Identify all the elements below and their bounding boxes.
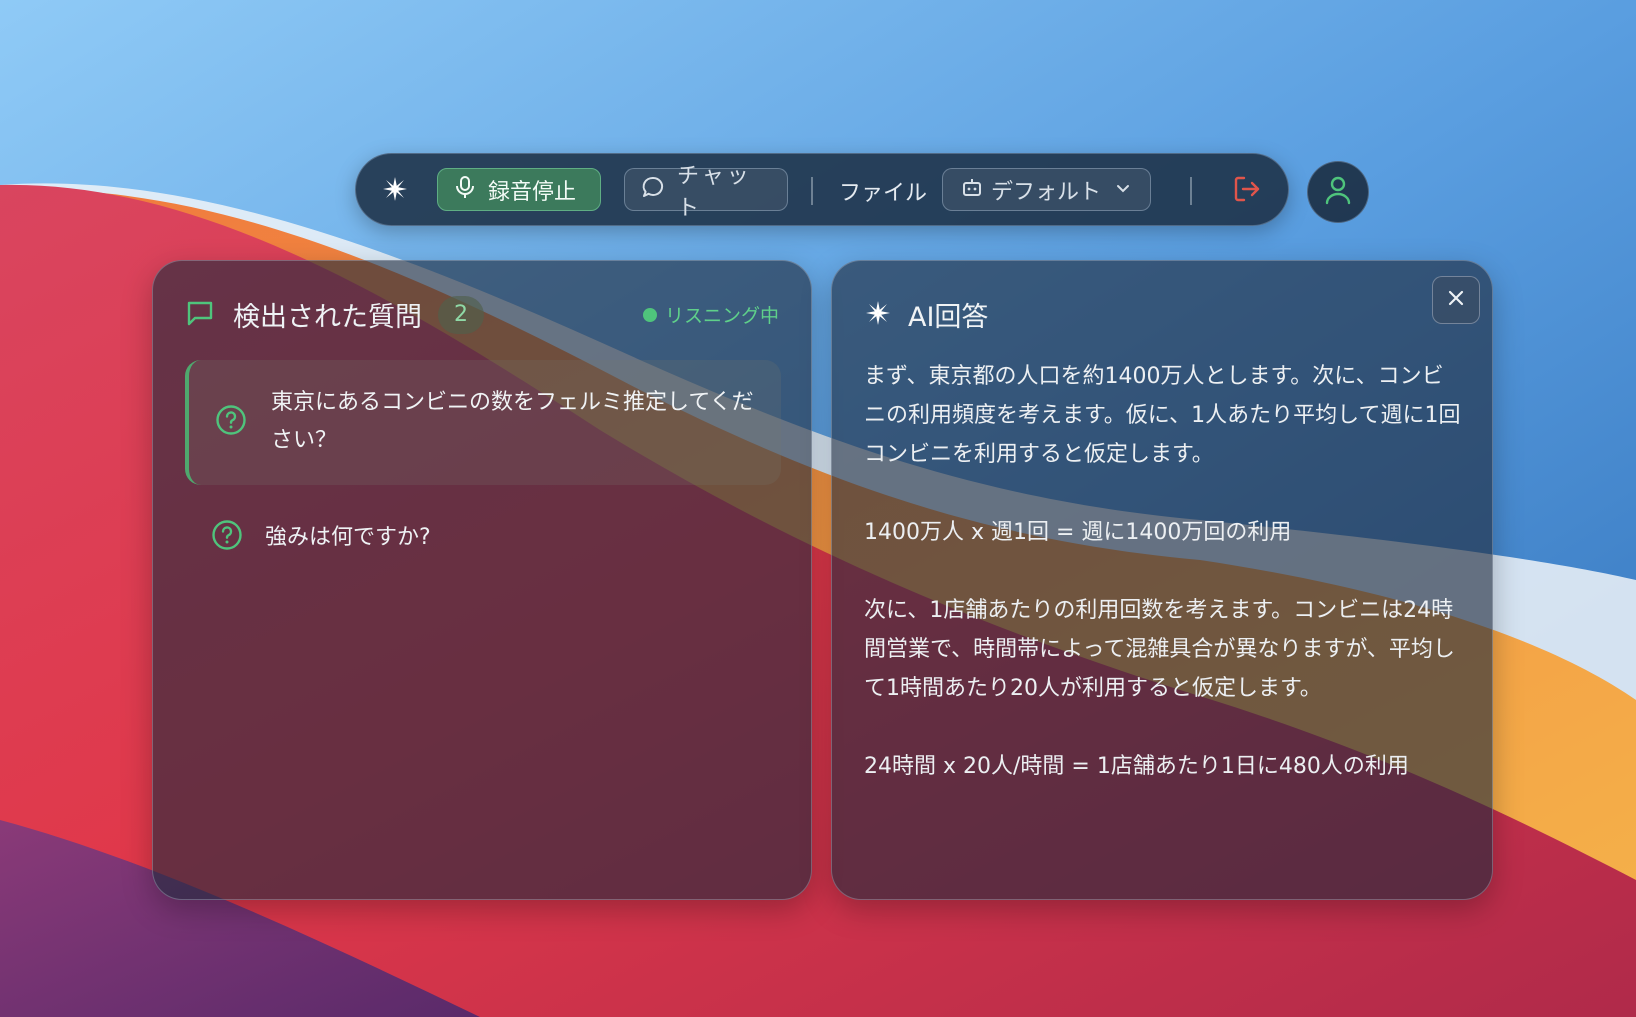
questions-header: 検出された質問 2 (185, 295, 484, 334)
answer-title: AI回答 (908, 302, 989, 333)
questions-title: 検出された質問 (233, 302, 422, 333)
question-text: 東京にあるコンビニの数をフェルミ推定してください？ (271, 390, 754, 453)
toolbar-divider (1190, 177, 1192, 205)
file-menu[interactable]: ファイル (839, 175, 927, 207)
user-icon (1324, 175, 1352, 209)
status-dot (642, 307, 657, 322)
top-toolbar: 録音停止 チャット ファイル デフォルト (355, 153, 1289, 226)
user-avatar-button[interactable] (1307, 161, 1369, 223)
message-square-icon (185, 298, 215, 332)
sparkle-icon (864, 299, 892, 331)
logout-icon (1232, 174, 1262, 208)
answer-body: まず、東京都の人口を約1400万人とします。次に、コンビニの利用頻度を考えます。… (864, 357, 1464, 825)
questions-count-badge: 2 (438, 295, 484, 334)
question-circle-icon (215, 404, 247, 440)
question-item[interactable]: 東京にあるコンビニの数をフェルミ推定してください？ (185, 360, 781, 485)
answer-paragraph: 24時間 x 20人/時間 = 1店舗あたり1日に480人の利用 (864, 754, 1409, 779)
chat-button[interactable]: チャット (624, 164, 788, 221)
microphone-icon (454, 175, 476, 205)
profile-select[interactable]: デフォルト (942, 168, 1151, 211)
chat-label: チャット (677, 163, 752, 221)
ai-answer-panel: AI回答 まず、東京都の人口を約1400万人とします。次に、コンビニの利用頻度を… (831, 260, 1493, 900)
answer-header: AI回答 (864, 295, 988, 334)
close-icon (1447, 289, 1465, 311)
toolbar-divider (811, 177, 813, 205)
stop-recording-button[interactable]: 録音停止 (437, 168, 601, 211)
robot-icon (961, 176, 983, 204)
close-button[interactable] (1432, 276, 1480, 324)
stop-recording-label: 録音停止 (488, 179, 577, 205)
listening-status-label: リスニング中 (664, 305, 779, 327)
answer-paragraph: 1400万人 x 週1回 = 週に1400万回の利用 (864, 520, 1292, 545)
answer-paragraph: 次に、1店舗あたりの利用回数を考えます。コンビニは24時間営業で、時間帯によって… (864, 598, 1455, 701)
question-item[interactable]: 強みは何ですか? (185, 511, 781, 561)
question-circle-icon (211, 519, 243, 555)
chevron-down-icon (1115, 177, 1131, 202)
listening-status: リスニング中 (642, 301, 779, 328)
question-text: 強みは何ですか? (265, 525, 431, 550)
answer-paragraph: まず、東京都の人口を約1400万人とします。次に、コンビニの利用頻度を考えます。… (864, 364, 1461, 467)
detected-questions-panel: 検出された質問 2 リスニング中 東京にあるコンビニの数をフェルミ推定してくださ… (152, 260, 812, 900)
sparkle-logo-icon[interactable] (380, 174, 410, 204)
logout-button[interactable] (1230, 174, 1264, 208)
chat-bubble-icon (641, 175, 665, 205)
profile-select-value: デフォルト (991, 179, 1102, 205)
